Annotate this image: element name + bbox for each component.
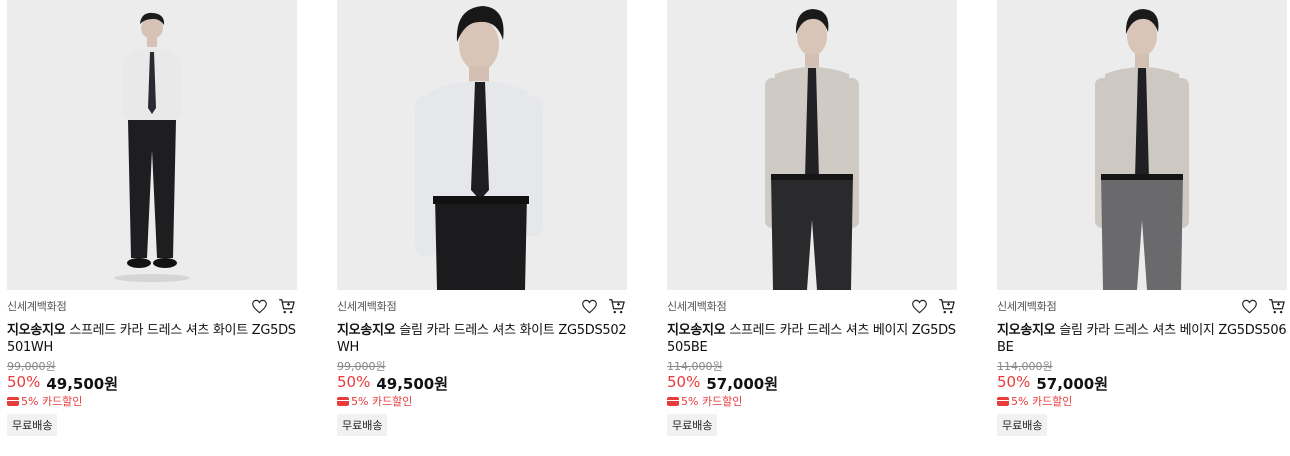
discount-rate: 50% [337,373,371,391]
credit-card-icon [337,396,349,406]
sale-price: 57,000원 [706,375,779,393]
discount-rate: 50% [997,373,1031,391]
sale-price: 57,000원 [1036,375,1109,393]
product-title[interactable]: 지오송지오 슬림 카라 드레스 셔츠 화이트 ZG5DS502 WH [337,322,627,356]
product-card[interactable]: 신세계백화점 지오송지오 스프레드 카라 드레스 셔츠 화이트 ZG5DS 501… [7,0,297,456]
store-label: 신세계백화점 [667,300,727,313]
card-discount-label: 5% 카드할인 [351,395,413,408]
product-card[interactable]: 신세계백화점 지오송지오 스프레드 카라 드레스 셔츠 베이지 ZG5DS 505… [667,0,957,456]
card-discount: 5% 카드할인 [667,393,742,409]
cart-icon[interactable] [607,296,627,316]
sale-price: 49,500원 [376,375,449,393]
product-image[interactable] [667,0,957,290]
store-label: 신세계백화점 [337,300,397,313]
price-row: 50% 49,500원 [337,373,448,394]
product-grid: 신세계백화점 지오송지오 스프레드 카라 드레스 셔츠 화이트 ZG5DS 501… [0,0,1290,456]
sale-price: 49,500원 [46,375,119,393]
store-label: 신세계백화점 [997,300,1057,313]
cart-icon[interactable] [1267,296,1287,316]
cart-icon[interactable] [277,296,297,316]
discount-rate: 50% [7,373,41,391]
product-image[interactable] [997,0,1287,290]
heart-icon[interactable] [909,296,929,316]
heart-icon[interactable] [249,296,269,316]
original-price: 99,000원 [337,360,386,373]
brand-name: 지오송지오 [7,323,66,338]
card-actions [909,296,957,316]
card-actions [579,296,627,316]
credit-card-icon [997,396,1009,406]
shipping-badge: 무료배송 [997,414,1048,436]
price-row: 50% 49,500원 [7,373,118,394]
shipping-badge: 무료배송 [667,414,718,436]
shipping-badge: 무료배송 [337,414,388,436]
cart-icon[interactable] [937,296,957,316]
card-discount-label: 5% 카드할인 [681,395,743,408]
product-image[interactable] [337,0,627,290]
price-row: 50% 57,000원 [667,373,778,394]
product-title[interactable]: 지오송지오 스프레드 카라 드레스 셔츠 베이지 ZG5DS 505BE [667,322,957,356]
product-image[interactable] [7,0,297,290]
card-discount-label: 5% 카드할인 [1011,395,1073,408]
store-label: 신세계백화점 [7,300,67,313]
shipping-badge: 무료배송 [7,414,58,436]
credit-card-icon [7,396,19,406]
original-price: 99,000원 [7,360,56,373]
price-row: 50% 57,000원 [997,373,1108,394]
card-discount: 5% 카드할인 [7,393,82,409]
card-actions [1239,296,1287,316]
discount-rate: 50% [667,373,701,391]
credit-card-icon [667,396,679,406]
brand-name: 지오송지오 [997,323,1056,338]
card-actions [249,296,297,316]
original-price: 114,000원 [997,360,1053,373]
card-discount: 5% 카드할인 [997,393,1072,409]
card-discount: 5% 카드할인 [337,393,412,409]
original-price: 114,000원 [667,360,723,373]
card-discount-label: 5% 카드할인 [21,395,83,408]
product-title[interactable]: 지오송지오 슬림 카라 드레스 셔츠 베이지 ZG5DS506 BE [997,322,1287,356]
brand-name: 지오송지오 [337,323,396,338]
heart-icon[interactable] [1239,296,1259,316]
product-title[interactable]: 지오송지오 스프레드 카라 드레스 셔츠 화이트 ZG5DS 501WH [7,322,297,356]
product-card[interactable]: 신세계백화점 지오송지오 슬림 카라 드레스 셔츠 화이트 ZG5DS502 WH… [337,0,627,456]
product-card[interactable]: 신세계백화점 지오송지오 슬림 카라 드레스 셔츠 베이지 ZG5DS506 BE… [997,0,1287,456]
brand-name: 지오송지오 [667,323,726,338]
heart-icon[interactable] [579,296,599,316]
